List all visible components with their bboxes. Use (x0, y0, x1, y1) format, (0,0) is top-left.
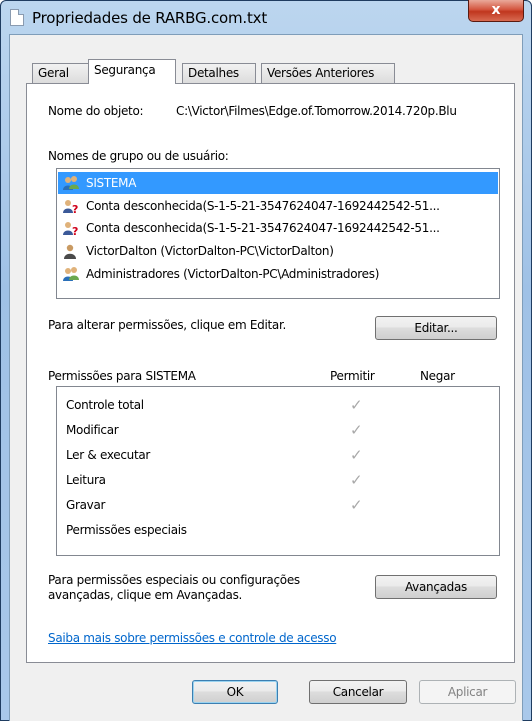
user-icon (64, 244, 76, 259)
list-item-unknown-account-2[interactable]: ? Conta desconhecida(S-1-5-21-3547624047… (58, 217, 498, 239)
allow-check-icon: ✓ (350, 446, 363, 464)
group-label-sistema: SISTEMA (86, 176, 137, 190)
group-label-unknown-1: Conta desconhecida(S-1-5-21-3547624047-1… (86, 199, 440, 213)
permission-row: Ler & executar ✓ (66, 445, 496, 465)
permission-label: Leitura (66, 473, 106, 487)
unknown-user-icon: ? (63, 200, 78, 214)
groups-label: Nomes de grupo ou de usuário: (48, 149, 229, 163)
permission-row: Controle total ✓ (66, 395, 496, 415)
apply-button[interactable]: Aplicar (419, 680, 516, 704)
permission-row: Gravar ✓ (66, 495, 496, 515)
ok-button[interactable]: OK (192, 680, 278, 704)
permission-label: Permissões especiais (66, 523, 187, 537)
unknown-user-icon: ? (63, 222, 78, 236)
list-item-unknown-account-1[interactable]: ? Conta desconhecida(S-1-5-21-3547624047… (58, 195, 498, 217)
advanced-text-line1: Para permissões especiais ou configuraçõ… (48, 573, 300, 587)
allow-column-header: Permitir (330, 369, 375, 383)
allow-check-icon: ✓ (350, 496, 363, 514)
allow-check-icon: ✓ (350, 421, 363, 439)
group-label-administradores: Administradores (VictorDalton-PC\Adminis… (86, 267, 380, 281)
tab-detalhes[interactable]: Detalhes (182, 63, 256, 83)
title-bar[interactable]: Propriedades de RARBG.com.txt x (0, 0, 530, 34)
advanced-text-line2: avançadas, clique em Avançadas. (48, 588, 243, 602)
permission-row: Permissões especiais (66, 520, 496, 540)
permission-row: Modificar ✓ (66, 420, 496, 440)
deny-column-header: Negar (420, 369, 455, 383)
groups-list[interactable]: SISTEMA ? Conta desconhecida(S-1-5-21-35… (56, 168, 500, 299)
group-users-icon (63, 176, 79, 190)
close-button[interactable]: x (468, 0, 524, 22)
tab-versoes-anteriores[interactable]: Versões Anteriores (261, 63, 395, 83)
edit-button[interactable]: Editar... (375, 316, 497, 340)
advanced-button[interactable]: Avançadas (375, 575, 497, 599)
change-permissions-text: Para alterar permissões, clique em Edita… (48, 318, 287, 332)
learn-more-link[interactable]: Saiba mais sobre permissões e controle d… (48, 631, 337, 645)
allow-check-icon: ✓ (350, 471, 363, 489)
window-title: Propriedades de RARBG.com.txt (32, 9, 268, 27)
allow-check-icon: ✓ (350, 396, 363, 414)
permission-row: Leitura ✓ (66, 470, 496, 490)
list-item-sistema[interactable]: SISTEMA (58, 172, 498, 194)
group-label-victordalton: VictorDalton (VictorDalton-PC\VictorDalt… (86, 244, 334, 258)
permission-label: Modificar (66, 423, 119, 437)
svg-text:?: ? (72, 225, 78, 236)
text-file-icon (10, 9, 24, 26)
object-name-label: Nome do objeto: (48, 104, 144, 118)
list-item-victordalton[interactable]: VictorDalton (VictorDalton-PC\VictorDalt… (58, 240, 498, 262)
permissions-for-label: Permissões para SISTEMA (48, 369, 196, 383)
group-users-icon (63, 267, 79, 281)
group-label-unknown-2: Conta desconhecida(S-1-5-21-3547624047-1… (86, 221, 440, 235)
svg-text:?: ? (72, 203, 78, 214)
permission-label: Controle total (66, 398, 144, 412)
cancel-button[interactable]: Cancelar (309, 680, 407, 704)
list-item-administradores[interactable]: Administradores (VictorDalton-PC\Adminis… (58, 263, 498, 285)
permissions-list[interactable]: Controle total ✓ Modificar ✓ Ler & execu… (56, 386, 500, 556)
permission-label: Gravar (66, 498, 106, 512)
tab-geral[interactable]: Geral (32, 63, 89, 83)
permission-label: Ler & executar (66, 448, 151, 462)
tab-seguranca[interactable]: Segurança (88, 59, 176, 84)
object-name-value: C:\Victor\Filmes\Edge.of.Tomorrow.2014.7… (176, 104, 457, 118)
